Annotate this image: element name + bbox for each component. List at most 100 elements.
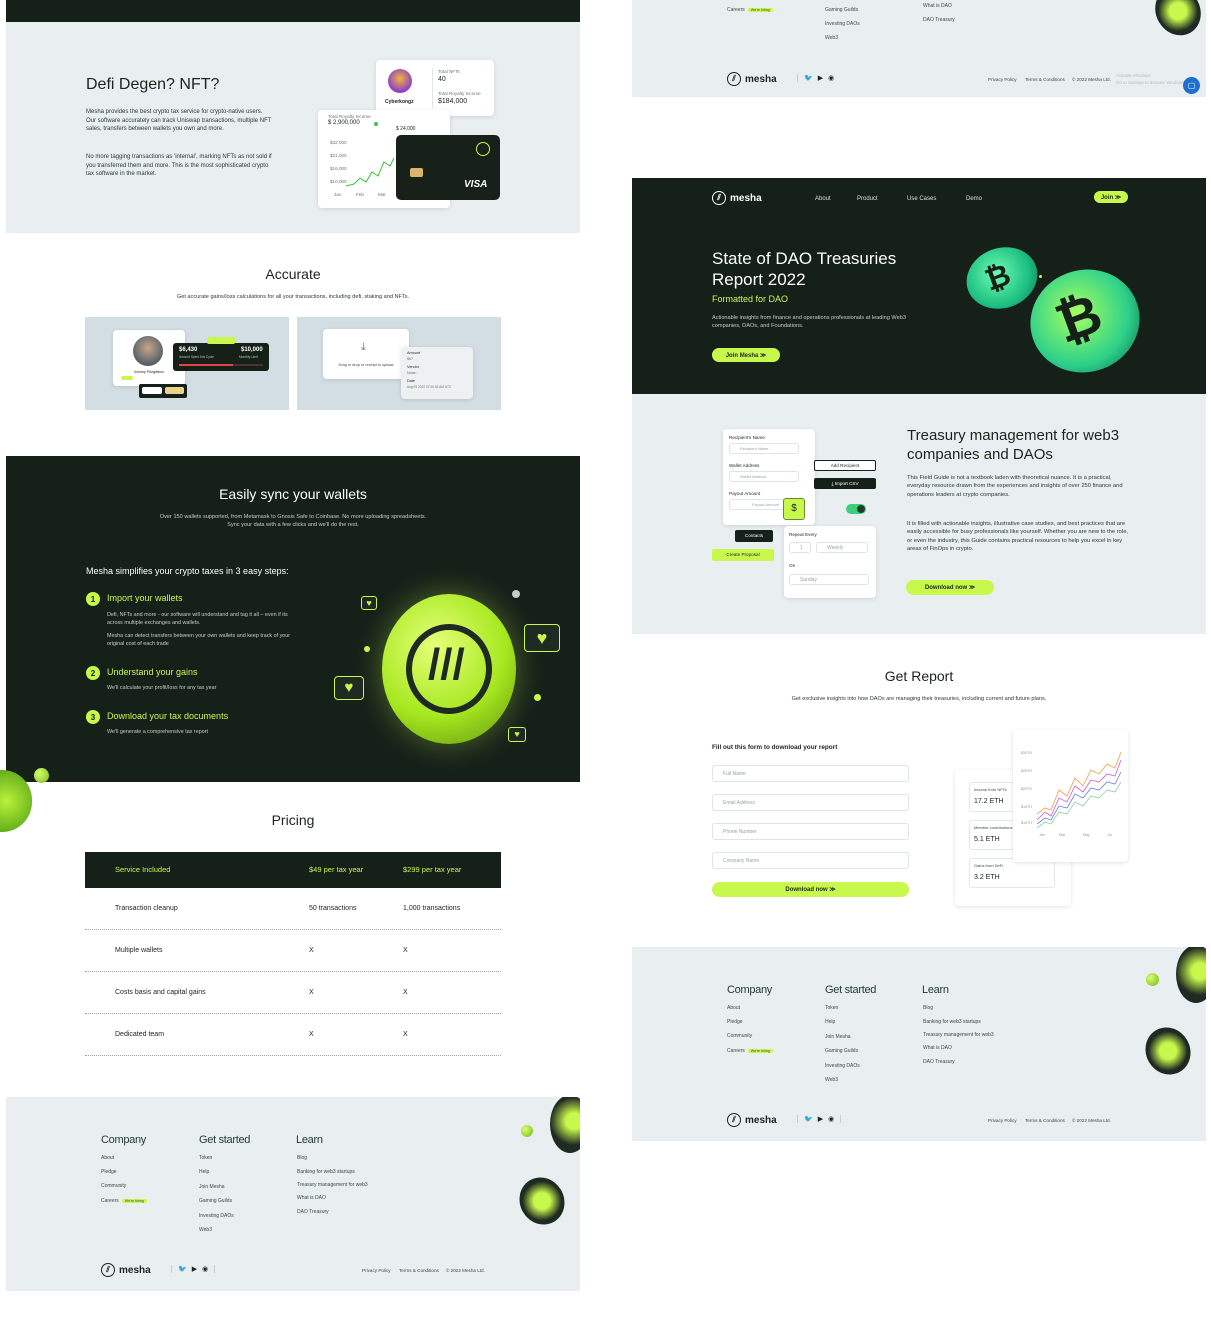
join-button[interactable]: Join ≫ [1094, 191, 1128, 203]
careers-label: Careers [727, 1048, 745, 1054]
youtube-icon[interactable]: ▶ [818, 1115, 823, 1123]
add-recipient-button[interactable]: Add Recipient [814, 460, 876, 471]
footer-link[interactable]: Treasury management for web3 [297, 1182, 368, 1188]
footer-link[interactable]: Blog [297, 1155, 307, 1161]
report-download-button[interactable]: Download now ≫ [712, 882, 909, 897]
footer-link[interactable]: Pledge [101, 1169, 117, 1175]
create-proposal-button[interactable]: Create Proposal [712, 549, 774, 561]
nft-card: Cyberkongz Total NFTs 40 Total Royalty I… [376, 60, 494, 116]
sync-subtitle: Over 150 wallets supported, from Metamas… [159, 514, 427, 528]
footer-careers[interactable]: Careers We're hiring [101, 1198, 147, 1204]
stat-label: Gains from DeFi [974, 863, 1004, 868]
footer-link[interactable]: Community [727, 1033, 752, 1039]
footer-link[interactable]: Investing DAOs [199, 1213, 234, 1219]
hiring-badge: We're hiring [747, 7, 773, 12]
nav-item-demo[interactable]: Demo [966, 195, 982, 203]
contacts-button[interactable]: Contacts [735, 530, 773, 542]
footer-logo[interactable]: ⫽ mesha [727, 72, 777, 86]
monthly-limit-label: Monthly Limit [239, 355, 258, 359]
legal-link[interactable]: Terms & Conditions [399, 1268, 439, 1274]
legal-link[interactable]: Terms & Conditions [1025, 77, 1065, 83]
nav-item-product[interactable]: Product [857, 195, 878, 203]
action-btn[interactable] [142, 387, 162, 394]
stat-value: 3.2 ETH [974, 874, 1000, 881]
upload-text: Drag or drop or receipt to upload [338, 363, 394, 367]
footer-careers[interactable]: Careers We're hiring [727, 1048, 773, 1054]
chart-value: $ 2,900,000 [328, 120, 360, 126]
footer-careers[interactable]: Careers We're hiring [727, 7, 773, 13]
footer-link[interactable]: Gaming Guilds [199, 1198, 232, 1204]
pricing-cell: X [309, 1031, 314, 1038]
footer-link[interactable]: Banking for web3 startups [297, 1169, 355, 1175]
footer-link[interactable]: Pledge [727, 1019, 743, 1025]
footer-link[interactable]: Banking for web3 startups [923, 1019, 981, 1025]
footer-link[interactable]: Investing DAOs [825, 21, 860, 27]
footer-link[interactable]: Join Mesha [825, 1034, 851, 1040]
join-mesha-button[interactable]: Join Mesha ≫ [712, 348, 780, 362]
footer-link[interactable]: DAO Treasury [923, 17, 955, 23]
footer-link[interactable]: About [101, 1155, 114, 1161]
footer-link[interactable]: Web3 [825, 1077, 838, 1083]
nav-item-use-cases[interactable]: Use Cases [907, 195, 936, 203]
footer-link[interactable]: Community [101, 1183, 126, 1189]
email-field[interactable]: Email Address [712, 794, 909, 811]
discord-icon[interactable]: ◉ [828, 1115, 834, 1123]
action-btn[interactable] [165, 387, 184, 394]
footer-link[interactable]: What is DAO [297, 1195, 326, 1201]
toggle-switch[interactable] [846, 504, 866, 514]
footer-logo[interactable]: ⫽ mesha [727, 1113, 777, 1127]
company-field[interactable]: Company Name [712, 852, 909, 869]
footer-link[interactable]: Treasury management for web3 [923, 1032, 994, 1038]
legal-link[interactable]: Privacy Policy [362, 1268, 391, 1274]
twitter-icon[interactable]: 🐦 [804, 1115, 813, 1123]
footer-link[interactable]: Blog [923, 1005, 933, 1011]
footer-logo[interactable]: ⫽ mesha [101, 1263, 151, 1277]
footer-link[interactable]: Gaming Guilds [825, 1048, 858, 1054]
discord-icon[interactable]: ◉ [202, 1265, 208, 1273]
footer-link[interactable]: Help [825, 1019, 835, 1025]
footer-link[interactable]: Join Mesha [199, 1184, 225, 1190]
footer-link[interactable]: DAO Treasury [923, 1059, 955, 1065]
receipt-field: $67 [407, 357, 413, 361]
wallet-field[interactable]: Wallet Address [729, 471, 799, 482]
upload-card[interactable]: ⤓ Drag or drop or receipt to upload [323, 329, 409, 379]
legal-link[interactable]: Privacy Policy [988, 77, 1017, 83]
step-title: Import your wallets [107, 593, 183, 603]
nav-logo[interactable]: ⫽ mesha [712, 191, 762, 205]
ball-decoration [1146, 973, 1159, 986]
footer-link[interactable]: What is DAO [923, 3, 952, 9]
on-select[interactable]: Sunday [789, 574, 869, 585]
youtube-icon[interactable]: ▶ [192, 1265, 197, 1273]
import-csv-button[interactable]: ⤓ Import CSV [814, 478, 876, 489]
footer-link[interactable]: Web3 [825, 35, 838, 41]
repeat-unit-select[interactable]: Weekly [816, 542, 868, 553]
footer-link[interactable]: DAO Treasury [297, 1209, 329, 1215]
youtube-icon[interactable]: ▶ [818, 74, 823, 82]
footer-link[interactable]: About [727, 1005, 740, 1011]
royalty-line [346, 157, 394, 187]
footer-started-title: Get started [199, 1134, 251, 1146]
full-name-field[interactable]: Full Name [712, 765, 909, 782]
recipient-field[interactable]: Recipient Name [729, 443, 799, 454]
footer-link[interactable]: Gaming Guilds [825, 7, 858, 13]
download-button[interactable]: Download now ≫ [906, 580, 994, 595]
step-number: 2 [86, 666, 100, 680]
legal-link[interactable]: Privacy Policy [988, 1118, 1017, 1124]
twitter-icon[interactable]: 🐦 [178, 1265, 187, 1273]
repeat-num-field[interactable]: 1 [789, 542, 811, 553]
footer-link[interactable]: Token [199, 1155, 212, 1161]
nav-item-about[interactable]: About [815, 195, 831, 203]
y-tick: $32,000 [330, 140, 347, 145]
twitter-icon[interactable]: 🐦 [804, 74, 813, 82]
footer-link[interactable]: What is DAO [923, 1045, 952, 1051]
footer-link[interactable]: Investing DAOs [825, 1063, 860, 1069]
copyright: © 2022 Mesha Ltd. [446, 1268, 485, 1273]
footer-link[interactable]: Token [825, 1005, 838, 1011]
footer-link[interactable]: Web3 [199, 1227, 212, 1233]
legal-link[interactable]: Terms & Conditions [1025, 1118, 1065, 1124]
discord-icon[interactable]: ◉ [828, 74, 834, 82]
phone-field[interactable]: Phone Number [712, 823, 909, 840]
chat-icon[interactable]: ▢ [1183, 77, 1200, 94]
footer-link[interactable]: Help [199, 1169, 209, 1175]
total-nfts-label: Total NFTs [438, 69, 460, 74]
